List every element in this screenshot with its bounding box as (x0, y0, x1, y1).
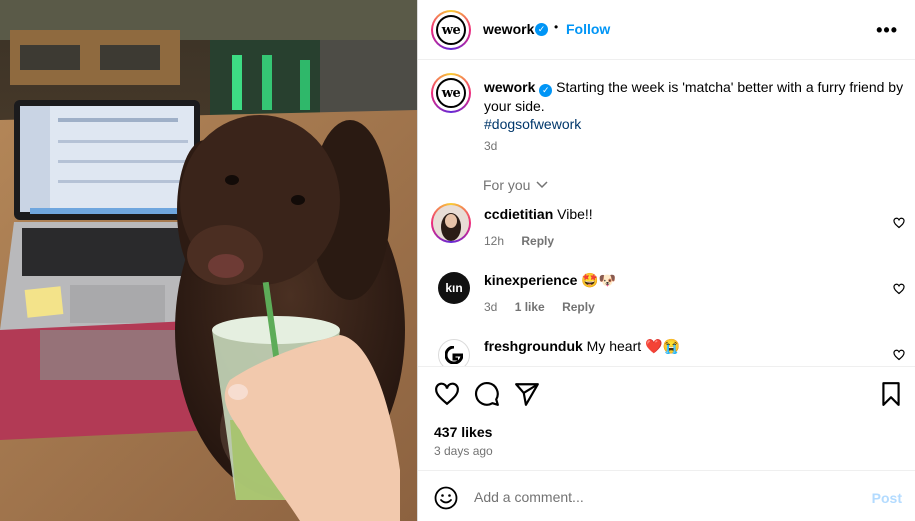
share-send-icon[interactable] (514, 381, 540, 407)
comment-composer: Post (418, 470, 915, 521)
commenter-avatar[interactable] (431, 203, 471, 243)
comment-text: My heart ❤️😭 (586, 338, 680, 354)
caption-username[interactable]: wework (484, 79, 535, 95)
comment-username[interactable]: kinexperience (484, 272, 577, 288)
caption-text-block: wework ✓ Starting the week is 'matcha' b… (484, 78, 904, 133)
commenter-avatar[interactable] (438, 339, 470, 366)
post-actions: 437 likes 3 days ago (418, 366, 915, 470)
caption-age: 3d (484, 139, 498, 153)
save-bookmark-icon[interactable] (878, 381, 904, 407)
wework-logo: we (436, 78, 466, 108)
post-comment-button[interactable]: Post (872, 490, 902, 506)
emoji-smile-icon[interactable] (434, 486, 458, 510)
hashtag-link[interactable]: #dogsofwework (484, 116, 581, 132)
comment-username[interactable]: freshgrounduk (484, 338, 583, 354)
freshground-logo-icon (445, 346, 463, 364)
kin-logo: kın (445, 281, 463, 295)
commenter-avatar[interactable]: kın (438, 272, 470, 304)
comment-sort-dropdown[interactable]: For you (483, 177, 548, 193)
reply-button[interactable]: Reply (521, 234, 554, 248)
post-header: we wework ✓ • Follow ••• (418, 0, 915, 60)
like-comment-heart-icon[interactable] (893, 217, 905, 229)
reply-button[interactable]: Reply (562, 300, 595, 314)
like-heart-icon[interactable] (434, 381, 460, 407)
comment-text: 🤩🐶 (581, 272, 617, 288)
verified-badge-icon: ✓ (535, 23, 548, 36)
chevron-down-icon (536, 181, 548, 189)
comment-bubble-icon[interactable] (474, 381, 500, 407)
follow-button[interactable]: Follow (566, 21, 610, 37)
separator-dot: • (554, 20, 559, 34)
verified-badge-icon: ✓ (539, 84, 553, 97)
like-comment-heart-icon[interactable] (893, 283, 905, 295)
post-image[interactable] (0, 0, 417, 521)
more-options-icon[interactable]: ••• (876, 20, 898, 41)
comment-text: Vibe!! (557, 206, 593, 222)
comment-clip: freshgrounduk My heart ❤️😭 (418, 330, 915, 366)
author-username[interactable]: wework (483, 21, 534, 37)
author-avatar[interactable]: we (431, 10, 471, 50)
comment-meta: 12h Reply (484, 234, 568, 248)
post-sidebar: we wework ✓ • Follow ••• we wework ✓ Sta… (417, 0, 915, 521)
post-timestamp[interactable]: 3 days ago (434, 444, 493, 458)
comment-meta: 3d 1 like Reply (484, 300, 609, 314)
comment-sort-label: For you (483, 177, 531, 193)
like-comment-heart-icon[interactable] (893, 349, 905, 361)
like-count[interactable]: 437 likes (434, 424, 492, 440)
comment-likes[interactable]: 1 like (515, 300, 545, 314)
person-photo-icon (433, 205, 469, 241)
comment-username[interactable]: ccdietitian (484, 206, 553, 222)
comment-body: ccdietitian Vibe!! (484, 206, 593, 222)
comment-input[interactable] (474, 487, 854, 507)
wework-logo: we (436, 15, 466, 45)
comment-age: 3d (484, 300, 498, 314)
dog-with-matcha-photo (0, 0, 417, 521)
comment-body: kinexperience 🤩🐶 (484, 272, 616, 289)
comment-body: freshgrounduk My heart ❤️😭 (484, 338, 680, 355)
caption-avatar[interactable]: we (431, 73, 471, 113)
comment-age: 12h (484, 234, 505, 248)
